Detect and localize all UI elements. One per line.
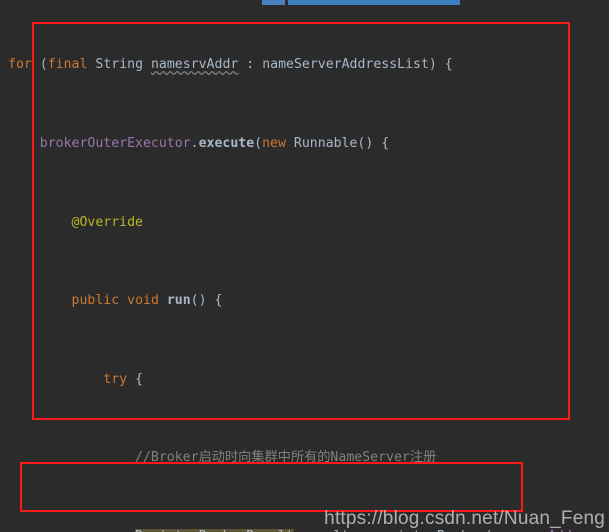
code-content[interactable]: for (final String namesrvAddr : nameServ… bbox=[0, 0, 609, 532]
code-line-6[interactable]: //Broker启动时向集群中所有的NameServer注册 bbox=[0, 445, 609, 471]
code-line-1[interactable]: for (final String namesrvAddr : nameServ… bbox=[0, 52, 609, 78]
csdn-watermark: https://blog.csdn.net/Nuan_Feng bbox=[324, 508, 605, 529]
code-line-3[interactable]: @Override bbox=[0, 210, 609, 236]
code-line-2[interactable]: brokerOuterExecutor.execute(new Runnable… bbox=[0, 131, 609, 157]
code-editor[interactable]: for (final String namesrvAddr : nameServ… bbox=[0, 0, 609, 532]
code-line-5[interactable]: try { bbox=[0, 367, 609, 393]
code-line-4[interactable]: public void run() { bbox=[0, 288, 609, 314]
